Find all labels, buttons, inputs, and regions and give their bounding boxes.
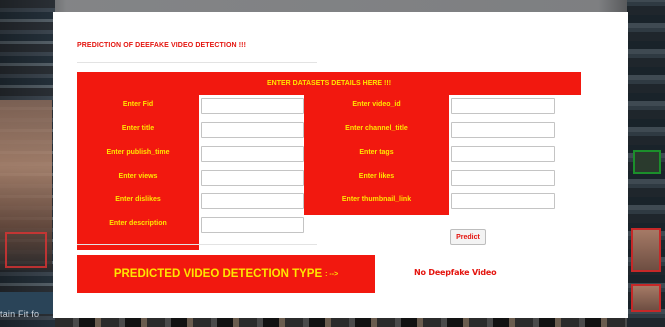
background-detection-box	[631, 284, 661, 312]
label-tags: Enter tags	[359, 149, 394, 156]
background-left-frame	[0, 0, 55, 327]
label-title: Enter title	[121, 125, 155, 132]
channel-title-input[interactable]	[451, 122, 555, 138]
thumbnail-link-input[interactable]	[451, 193, 555, 209]
dislikes-input[interactable]	[201, 193, 304, 209]
label-thumbnail-link: Enter thumbnail_link	[341, 196, 412, 203]
prediction-result-banner: PREDICTED VIDEO DETECTION TYPE : -->	[77, 255, 375, 293]
label-dislikes: Enter dislikes	[115, 196, 161, 203]
divider	[77, 244, 317, 245]
prediction-page: PREDICTION OF DEEFAKE VIDEO DETECTION !!…	[53, 12, 628, 318]
label-channel-title: Enter channel_title	[345, 125, 408, 132]
fid-input[interactable]	[201, 98, 304, 114]
label-views: Enter views	[118, 173, 158, 180]
page-title: PREDICTION OF DEEFAKE VIDEO DETECTION !!…	[77, 42, 246, 49]
label-likes: Enter likes	[358, 173, 395, 180]
label-description: Enter description	[109, 220, 167, 227]
dataset-details-form: ENTER DATASETS DETAILS HERE !!! Enter Fi…	[77, 72, 581, 250]
label-video-id: Enter video_id	[352, 101, 401, 108]
form-header: ENTER DATASETS DETAILS HERE !!!	[77, 72, 581, 95]
predict-button[interactable]: Predict	[450, 229, 486, 245]
prediction-result-value: No Deepfake Video	[414, 268, 497, 277]
title-input[interactable]	[201, 122, 304, 138]
result-arrow: : -->	[325, 270, 339, 278]
publish-time-input[interactable]	[201, 146, 304, 162]
background-detection-box	[631, 228, 661, 272]
background-right-frame	[627, 0, 665, 327]
tags-input[interactable]	[451, 146, 555, 162]
left-label-column: Enter Fid Enter title Enter publish_time…	[77, 95, 199, 250]
background-caption: tain Fit fo	[0, 309, 40, 319]
description-input[interactable]	[201, 217, 304, 233]
result-label: PREDICTED VIDEO DETECTION TYPE	[113, 268, 323, 280]
label-publish-time: Enter publish_time	[106, 149, 170, 156]
label-fid: Enter Fid	[122, 101, 154, 108]
divider	[77, 62, 317, 63]
likes-input[interactable]	[451, 170, 555, 186]
right-label-column: Enter video_id Enter channel_title Enter…	[304, 95, 449, 215]
background-detection-box	[633, 150, 661, 174]
video-id-input[interactable]	[451, 98, 555, 114]
background-detection-box	[5, 232, 47, 268]
views-input[interactable]	[201, 170, 304, 186]
